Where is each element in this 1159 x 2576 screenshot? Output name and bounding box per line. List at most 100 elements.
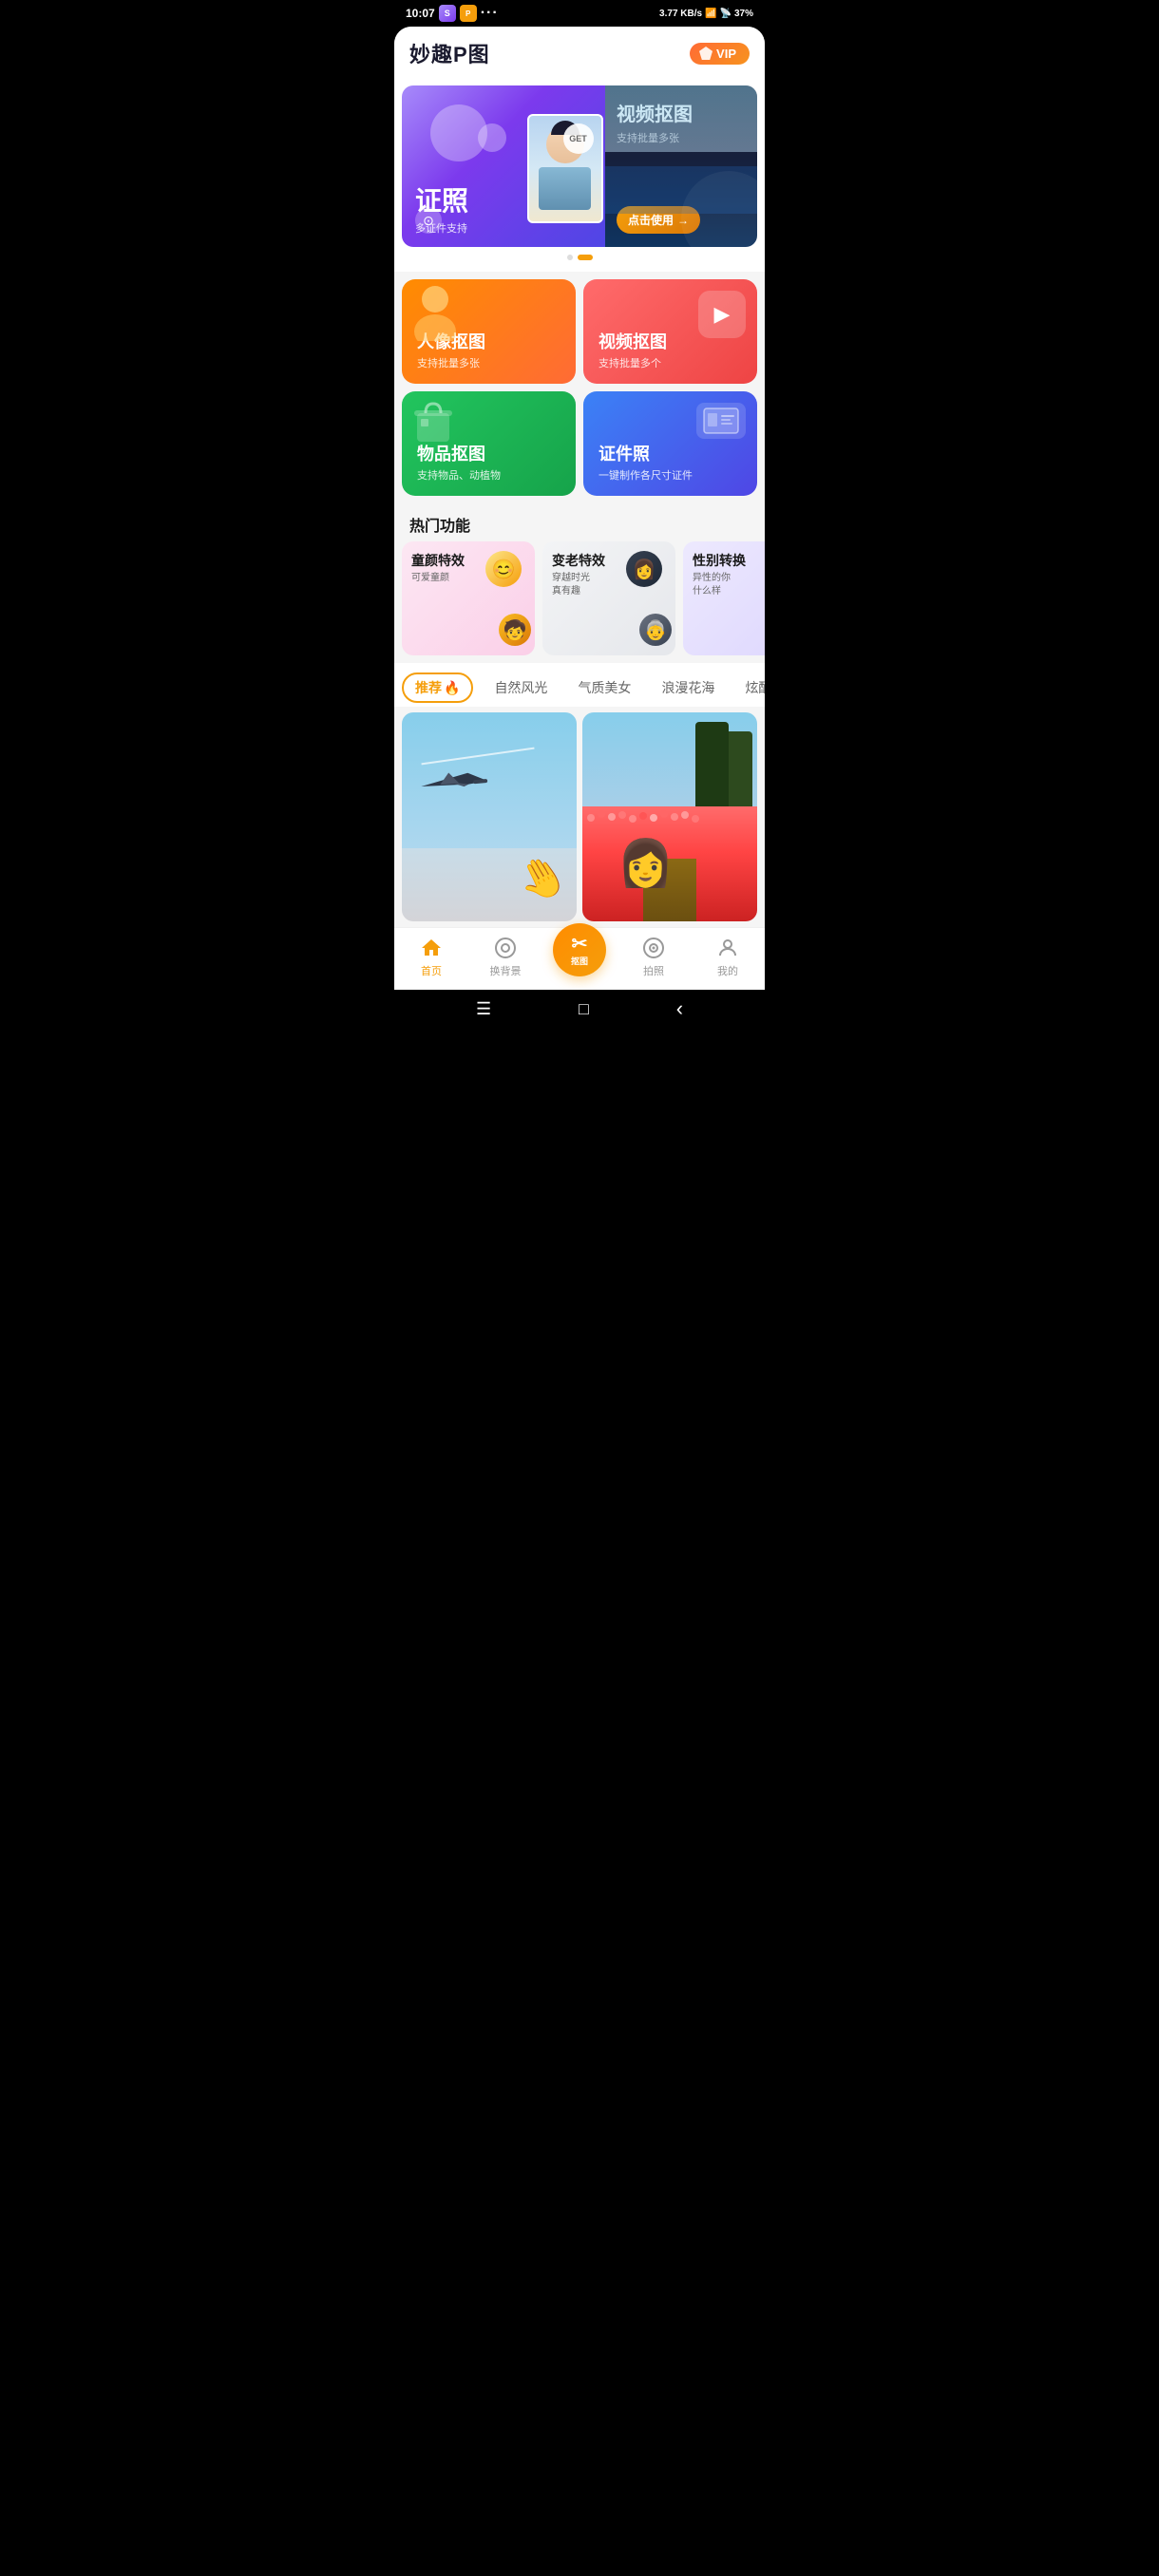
fire-icon: 🔥 <box>444 680 460 696</box>
face-inner-3: 👩 <box>626 551 662 587</box>
app-icon-2: P <box>460 5 477 22</box>
img-card-1[interactable]: 🤚 <box>402 712 577 921</box>
tab-recommend[interactable]: 推荐 🔥 <box>402 672 473 703</box>
tab-label-1: 自然风光 <box>494 680 547 695</box>
feature-card-video[interactable]: ▶ 视频抠图 支持批量多个 <box>583 279 757 384</box>
system-bar: ☰ □ ‹ <box>394 990 765 1028</box>
background-icon <box>493 936 518 960</box>
face-inner-2: 🧒 <box>499 614 531 646</box>
face-circle-bottom-1: 🧒 <box>499 614 531 646</box>
cutout-label: 抠图 <box>571 955 588 967</box>
tab-label-2: 气质美女 <box>578 680 631 695</box>
hot-label-2: 变老特效 穿越时光真有趣 <box>552 551 605 598</box>
feature-card-id[interactable]: 证件照 一键制作各尺寸证件 <box>583 391 757 496</box>
id-card-svg <box>702 407 740 435</box>
banner-person-card: GET <box>520 114 610 247</box>
face-circle-bottom-2: 👵 <box>639 614 672 646</box>
home-btn[interactable]: □ <box>579 999 589 1019</box>
feature-sub-1: 支持批量多张 <box>417 355 560 370</box>
menu-btn[interactable]: ☰ <box>476 999 491 1019</box>
girl-figure: 👩 <box>618 836 674 890</box>
nav-item-photo[interactable]: 拍照 <box>625 936 682 978</box>
hot-card-child[interactable]: 童颜特效 可爱童颜 😊 🧒 <box>402 541 535 655</box>
feature-card-item[interactable]: 物品抠图 支持物品、动植物 <box>402 391 576 496</box>
vip-diamond-icon <box>699 47 712 60</box>
nav-label-bg: 换背景 <box>490 963 522 978</box>
face-circle-top-1: 😊 <box>485 551 522 587</box>
more-apps: ··· <box>481 5 499 22</box>
nav-label-mine: 我的 <box>717 963 738 978</box>
wifi-icon: 📡 <box>720 9 732 19</box>
feature-sub-3: 支持物品、动植物 <box>417 467 560 483</box>
app-container: 妙趣P图 VIP 证照 多证件支持 <box>394 27 765 990</box>
bg-svg <box>494 937 517 959</box>
banner[interactable]: 证照 多证件支持 GET ⊙ <box>402 85 757 247</box>
banner-slide-2[interactable]: 视频抠图 支持批量多张 点击使用 → <box>605 85 757 247</box>
soul-app-icon: S <box>439 5 456 22</box>
banner-container: 证照 多证件支持 GET ⊙ <box>394 78 765 272</box>
get-tag: GET <box>563 123 594 154</box>
feature-sub-2: 支持批量多个 <box>598 355 742 370</box>
profile-svg <box>716 937 739 959</box>
network-speed: 3.77 KB/s <box>659 9 702 19</box>
back-btn[interactable]: ‹ <box>676 996 683 1021</box>
cutout-icon: ✂ <box>572 932 588 956</box>
banner-slide-1[interactable]: 证照 多证件支持 GET ⊙ <box>402 85 605 247</box>
cutout-btn[interactable]: ✂ 抠图 <box>553 923 606 976</box>
nav-item-profile[interactable]: 我的 <box>699 936 756 978</box>
plane-scene: 🤚 <box>402 712 577 921</box>
home-svg <box>420 937 443 959</box>
vip-badge[interactable]: VIP <box>690 43 750 65</box>
battery: 37% <box>734 9 753 19</box>
feature-sub-4: 一键制作各尺寸证件 <box>598 467 742 483</box>
use-btn-label: 点击使用 <box>628 212 674 228</box>
status-time: 10:07 <box>406 7 435 20</box>
id-card-icon <box>696 403 746 439</box>
plane-icon <box>415 762 494 802</box>
dot-2[interactable] <box>578 255 593 260</box>
nav-label-photo: 拍照 <box>643 963 664 978</box>
tab-nature[interactable]: 自然风光 <box>484 672 557 707</box>
tab-beauty[interactable]: 气质美女 <box>568 672 640 707</box>
person-silhouette-icon <box>409 284 462 341</box>
hot-sub-2: 穿越时光真有趣 <box>552 572 605 598</box>
face-inner-4: 👵 <box>639 614 672 646</box>
decor-circle-2 <box>478 123 506 152</box>
tab-label-0: 推荐 <box>415 678 442 697</box>
hot-title-3: 性别转换 <box>693 551 746 570</box>
banner-dots <box>402 247 757 264</box>
header: 妙趣P图 VIP <box>394 27 765 78</box>
profile-icon <box>715 936 740 960</box>
img-card-2[interactable]: 👩 <box>582 712 757 921</box>
nav-item-cutout[interactable]: ✂ 抠图 <box>551 938 608 976</box>
tab-flowers[interactable]: 浪漫花海 <box>652 672 724 707</box>
banner-go-btn[interactable]: ⊙ <box>415 207 442 234</box>
hot-section-title: 热门功能 <box>394 503 765 541</box>
feature-grid: 人像抠图 支持批量多张 ▶ 视频抠图 支持批量多个 物品抠图 支持物品、动植物 <box>394 272 765 503</box>
flowers-top <box>587 810 752 824</box>
hot-label-1: 童颜特效 可爱童颜 <box>411 551 465 585</box>
tabs-container: 推荐 🔥 自然风光 气质美女 浪漫花海 炫酷 <box>394 663 765 707</box>
play-icon: ▶ <box>698 291 746 338</box>
home-icon <box>419 936 444 960</box>
tree-2 <box>695 722 729 807</box>
feature-title-4: 证件照 <box>598 445 742 465</box>
nav-item-home[interactable]: 首页 <box>403 936 460 978</box>
tab-cool[interactable]: 炫酷 <box>735 672 765 707</box>
feature-card-portrait[interactable]: 人像抠图 支持批量多张 <box>402 279 576 384</box>
hot-card-gender[interactable]: 性别转换 异性的你什么样 👩 👨 <box>683 541 765 655</box>
vip-label: VIP <box>716 47 736 61</box>
signal-icon: 📶 <box>705 9 716 19</box>
camera-icon <box>641 936 666 960</box>
hot-card-old[interactable]: 变老特效 穿越时光真有趣 👩 👵 <box>542 541 675 655</box>
hot-title-2: 变老特效 <box>552 551 605 570</box>
nav-label-home: 首页 <box>421 963 442 978</box>
nav-item-background[interactable]: 换背景 <box>477 936 534 978</box>
hot-scroll: 童颜特效 可爱童颜 😊 🧒 变老特效 穿越时光真有趣 👩 👵 <box>394 541 765 663</box>
status-right: 3.77 KB/s 📶 📡 37% <box>659 9 753 19</box>
face-circle-top-2: 👩 <box>626 551 662 587</box>
dot-1[interactable] <box>567 255 573 260</box>
face-inner-1: 😊 <box>485 551 522 587</box>
app-title: 妙趣P图 <box>409 38 490 68</box>
hot-sub-1: 可爱童颜 <box>411 572 465 585</box>
